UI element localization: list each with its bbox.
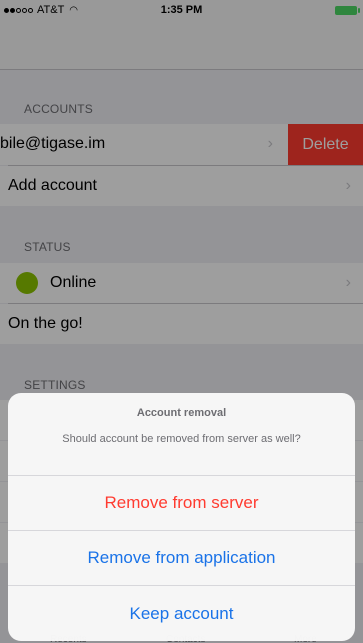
remove-from-server-button[interactable]: Remove from server (8, 476, 355, 531)
action-sheet-message: Should account be removed from server as… (62, 433, 301, 445)
action-sheet-title: Account removal (136, 407, 227, 419)
action-sheet-group: Account removal Should account be remove… (8, 393, 355, 641)
keep-account-button[interactable]: Keep account (8, 586, 355, 641)
remove-from-application-button[interactable]: Remove from application (8, 531, 355, 586)
action-sheet-header: Account removal Should account be remove… (8, 393, 355, 476)
account-removal-action-sheet: Account removal Should account be remove… (8, 393, 355, 641)
